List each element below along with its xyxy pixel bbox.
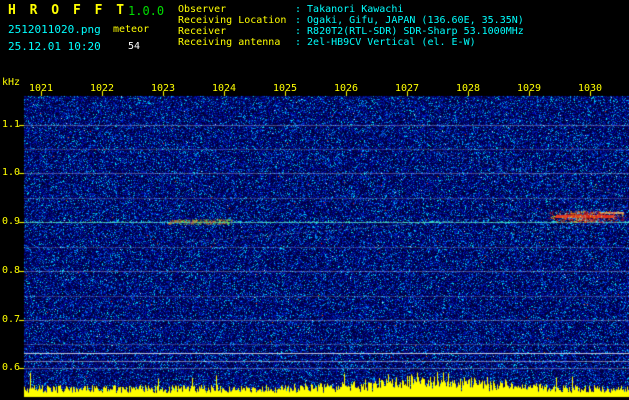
freq-tick-label: 0.6 — [2, 362, 20, 373]
info-value: : Takanori Kawachi — [295, 4, 403, 15]
info-value: : 2el-HB9CV Vertical (el. E-W) — [295, 37, 476, 48]
time-tick-label: 1024 — [212, 83, 236, 94]
freq-tick-label: 0.9 — [2, 216, 20, 227]
info-label: Receiver — [178, 26, 295, 37]
freq-tick-label: 0.8 — [2, 265, 20, 276]
info-row-observer: Observer: Takanori Kawachi — [178, 4, 524, 15]
info-row-receiver: Receiver: R820T2(RTL-SDR) SDR-Sharp 53.1… — [178, 26, 524, 37]
timestamp: 25.12.01 10:20 — [8, 40, 101, 53]
time-tick-label: 1028 — [456, 83, 480, 94]
info-label: Observer — [178, 4, 295, 15]
meteor-count: 54 — [128, 41, 140, 52]
time-tick-label: 1026 — [334, 83, 358, 94]
output-filename: 2512011020.png — [8, 23, 101, 36]
time-tick-label: 1027 — [395, 83, 419, 94]
time-tick-label: 1030 — [578, 83, 602, 94]
info-label: Receiving Location — [178, 15, 295, 26]
info-value: : R820T2(RTL-SDR) SDR-Sharp 53.1000MHz — [295, 26, 524, 37]
freq-tick-label: 1.0 — [2, 167, 20, 178]
spectrogram-canvas — [0, 0, 629, 400]
info-value: : Ogaki, Gifu, JAPAN (136.60E, 35.35N) — [295, 15, 524, 26]
time-tick-label: 1023 — [151, 83, 175, 94]
time-tick-label: 1025 — [273, 83, 297, 94]
info-label: Receiving antenna — [178, 37, 295, 48]
info-row-location: Receiving Location: Ogaki, Gifu, JAPAN (… — [178, 15, 524, 26]
freq-tick-label: 1.1 — [2, 119, 20, 130]
freq-tick-label: 0.7 — [2, 314, 20, 325]
time-tick-label: 1022 — [90, 83, 114, 94]
info-row-antenna: Receiving antenna: 2el-HB9CV Vertical (e… — [178, 37, 524, 48]
mode-label: meteor — [113, 24, 149, 35]
time-tick-label: 1029 — [517, 83, 541, 94]
time-tick-label: 1021 — [29, 83, 53, 94]
freq-axis-unit: kHz — [2, 77, 20, 88]
app-version: 1.0.0 — [128, 4, 164, 18]
station-info: Observer: Takanori Kawachi Receiving Loc… — [178, 4, 524, 48]
app-title: H R O F F T — [8, 3, 127, 18]
hrofft-output: H R O F F T 1.0.0 2512011020.png meteor … — [0, 0, 629, 400]
